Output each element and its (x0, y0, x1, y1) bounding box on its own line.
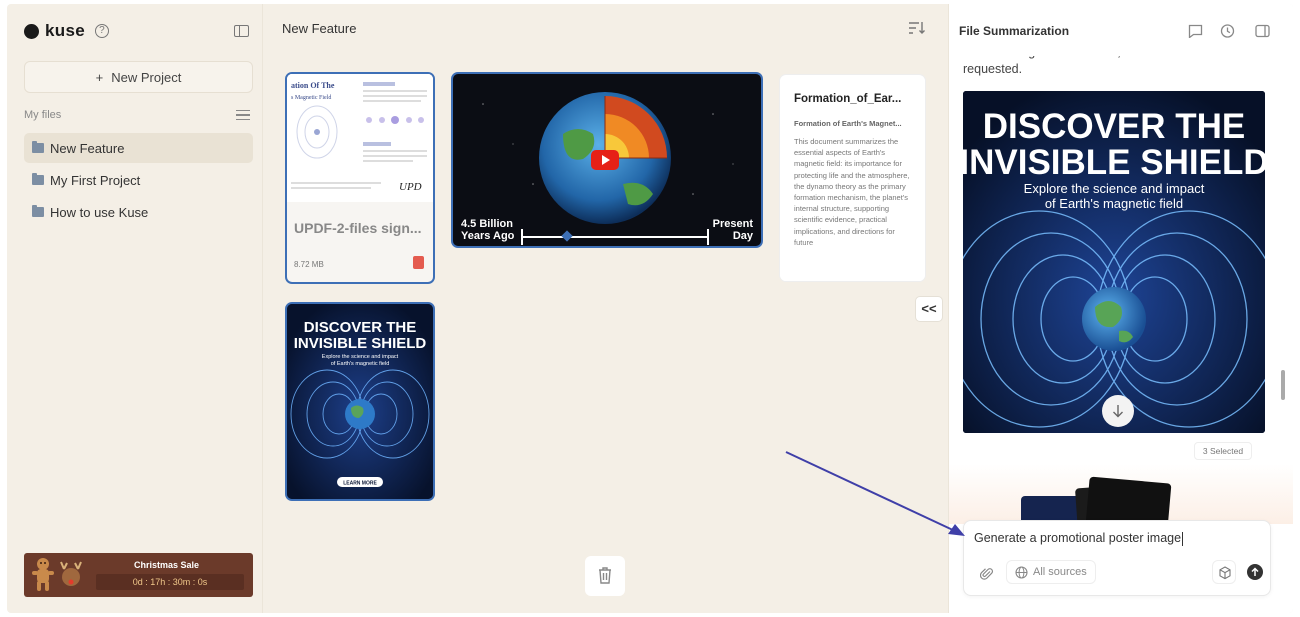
svg-text:LEARN MORE: LEARN MORE (343, 481, 377, 487)
pdf-file-name: UPDF-2-files sign... (294, 220, 422, 236)
gingerbread-icon (32, 558, 54, 591)
folder-icon (32, 141, 44, 153)
svg-text:INVISIBLE SHIELD: INVISIBLE SHIELD (294, 335, 427, 352)
sidebar-item-how-to-use-kuse[interactable]: How to use Kuse (24, 197, 253, 227)
document-card[interactable]: Formation_of_Ear... Formation of Earth's… (779, 74, 926, 282)
download-button[interactable] (1102, 395, 1134, 427)
sidebar-toggle-icon[interactable] (234, 25, 249, 37)
my-files-heading: My files (24, 109, 62, 121)
sidebar-item-my-first-project[interactable]: My First Project (24, 165, 253, 195)
new-project-button[interactable]: + New Project (24, 61, 253, 93)
chat-input[interactable]: Generate a promotional poster image (974, 531, 1184, 546)
sources-selector[interactable]: All sources (1006, 560, 1096, 584)
sidebar-item-new-feature[interactable]: New Feature (24, 133, 253, 163)
preview-card (1084, 476, 1172, 524)
pdf-file-size: 8.72 MB (294, 260, 324, 269)
video-card[interactable]: 4.5 Billion Years Ago Present Day (451, 72, 763, 248)
plus-icon: + (95, 69, 104, 85)
pdf-icon (413, 256, 424, 269)
folder-icon (32, 205, 44, 217)
selected-files-preview (949, 464, 1293, 524)
sources-label: All sources (1033, 566, 1087, 578)
svg-text:DISCOVER THE: DISCOVER THE (304, 319, 417, 336)
document-title: Formation_of_Ear... (794, 93, 902, 105)
new-project-label: New Project (111, 69, 182, 85)
sidebar: kuse ? + New Project My files New Featur… (7, 4, 263, 613)
svg-text:s Magnetic Field: s Magnetic Field (291, 95, 331, 101)
poster-image-card[interactable]: DISCOVER THE INVISIBLE SHIELD Explore th… (285, 302, 435, 501)
svg-text:DISCOVER THE: DISCOVER THE (983, 107, 1246, 146)
panel-title: File Summarization (959, 24, 1070, 38)
chat-composer: Generate a promotional poster image All … (963, 520, 1271, 596)
generated-poster-image[interactable]: DISCOVER THE INVISIBLE SHIELD Explore th… (963, 91, 1265, 433)
christmas-sale-banner[interactable]: Christmas Sale 0d : 17h : 30m : 0s (24, 553, 253, 597)
poster-thumbnail: DISCOVER THE INVISIBLE SHIELD Explore th… (287, 304, 433, 499)
svg-text:of Earth's magnetic field: of Earth's magnetic field (1045, 196, 1183, 211)
pdf-file-card[interactable]: ation Of The s Magnetic Field UPD UPDF-2… (285, 72, 435, 284)
trash-icon (599, 567, 611, 584)
svg-text:UPD: UPD (399, 181, 422, 193)
svg-text:INVISIBLE SHIELD: INVISIBLE SHIELD (963, 143, 1265, 182)
sort-icon[interactable] (908, 21, 926, 35)
svg-text:of Earth's magnetic field: of Earth's magnetic field (331, 361, 390, 367)
summarization-panel: abstract magnetic field lines, and a cle… (948, 4, 1293, 613)
sidebar-item-label: New Feature (50, 140, 125, 156)
sale-countdown: 0d : 17h : 30m : 0s (96, 574, 244, 590)
document-subtitle: Formation of Earth's Magnet... (794, 119, 902, 128)
sale-title: Christmas Sale (134, 560, 200, 570)
comment-icon[interactable] (1188, 24, 1203, 38)
file-nav: New Feature My First Project How to use … (24, 133, 253, 229)
paperclip-icon[interactable] (980, 567, 994, 581)
sidebar-item-label: How to use Kuse (50, 204, 149, 220)
svg-text:Explore the science and impact: Explore the science and impact (322, 354, 399, 360)
arrow-down-icon (1113, 405, 1123, 418)
timeline-end-label: Present Day (712, 218, 753, 242)
timeline-bar (521, 229, 709, 245)
app-window: kuse ? + New Project My files New Featur… (7, 4, 1293, 613)
filter-settings-icon[interactable] (236, 110, 250, 121)
main-canvas: New Feature ation Of The s Magnetic Fiel… (263, 4, 943, 613)
timeline-start-label: 4.5 Billion Years Ago (461, 218, 515, 242)
svg-text:Explore the science and impact: Explore the science and impact (1024, 181, 1205, 196)
collapse-panel-button[interactable]: << (915, 296, 943, 322)
folder-icon (32, 173, 44, 185)
logo-mark-icon (24, 23, 39, 39)
logo-text: kuse (45, 21, 85, 40)
delete-button[interactable] (585, 556, 625, 596)
arrow-up-icon (1251, 567, 1259, 576)
history-clock-icon[interactable] (1220, 24, 1235, 38)
youtube-play-icon[interactable] (591, 150, 619, 170)
send-button[interactable] (1247, 564, 1263, 580)
reindeer-icon (60, 561, 82, 586)
model-select-button[interactable] (1212, 560, 1236, 584)
logo[interactable]: kuse ? (24, 21, 109, 41)
globe-icon (1015, 565, 1028, 579)
help-icon[interactable]: ? (94, 24, 109, 38)
panel-layout-icon[interactable] (1255, 24, 1270, 38)
sidebar-item-label: My First Project (50, 172, 141, 188)
pdf-thumbnail: ation Of The s Magnetic Field UPD (287, 74, 433, 202)
svg-text:ation Of The: ation Of The (291, 81, 335, 90)
poster-artwork: DISCOVER THE INVISIBLE SHIELD Explore th… (963, 91, 1265, 433)
cube-icon (1219, 566, 1231, 580)
fade-overlay (780, 241, 925, 281)
panel-header: File Summarization (949, 4, 1293, 56)
page-title: New Feature (282, 21, 357, 36)
selected-count-badge[interactable]: 3 Selected (1194, 442, 1252, 460)
panel-scrollbar[interactable] (1281, 370, 1285, 400)
